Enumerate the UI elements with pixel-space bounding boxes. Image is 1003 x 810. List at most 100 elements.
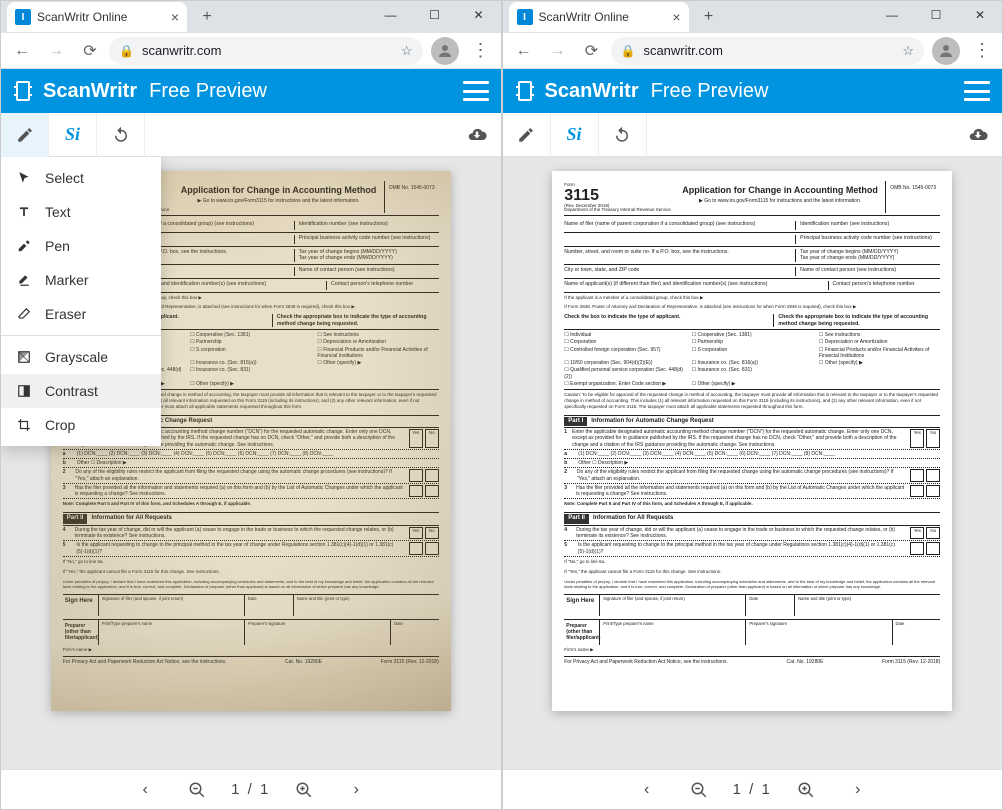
nav-back-button[interactable]: ← [509, 36, 539, 66]
document-page-processed[interactable]: Form 3115 (Rev. December 2018) Departmen… [552, 171, 952, 711]
app-logo[interactable]: ScanWritr Free Preview [513, 79, 769, 103]
lock-icon: 🔒 [119, 44, 134, 58]
tab-title: ScanWritr Online [539, 10, 629, 24]
titlebar: I ScanWritr Online × + — ☐ ✕ [503, 1, 1003, 33]
page-indicator: 1 / 1 [733, 781, 772, 798]
app-menu-button[interactable] [964, 81, 990, 101]
cursor-icon [15, 171, 33, 185]
nav-back-button[interactable]: ← [7, 36, 37, 66]
dropdown-contrast[interactable]: Contrast [1, 374, 161, 408]
pager-prev-button[interactable]: ‹ [629, 772, 665, 808]
pager: ‹ 1 / 1 › [503, 769, 1003, 809]
app-logo-icon [11, 79, 35, 103]
app-header: ScanWritr Free Preview [503, 69, 1003, 113]
url-text: scanwritr.com [142, 43, 221, 58]
browser-menu-button[interactable]: ⋮ [467, 40, 495, 61]
close-tab-icon[interactable]: × [171, 9, 179, 25]
pager-next-button[interactable]: › [840, 772, 876, 808]
url-input[interactable]: 🔒 scanwritr.com ☆ [109, 37, 423, 65]
url-input[interactable]: 🔒 scanwritr.com ☆ [611, 37, 925, 65]
dropdown-separator [1, 335, 161, 336]
download-button[interactable] [453, 113, 501, 157]
signature-tool-button[interactable]: Si [49, 113, 97, 157]
bookmark-icon[interactable]: ☆ [902, 43, 914, 59]
eraser-icon [15, 307, 33, 321]
browser-tab[interactable]: I ScanWritr Online × [7, 2, 187, 32]
canvas-area[interactable]: Select Text Pen Marker Eraser Grayscal [1, 157, 501, 769]
pencil-icon [517, 126, 535, 144]
app-logo[interactable]: ScanWritr Free Preview [11, 79, 267, 103]
new-tab-button[interactable]: + [695, 3, 723, 31]
zoom-out-button[interactable] [179, 772, 215, 808]
browser-window-left: I ScanWritr Online × + — ☐ ✕ ← → ⟳ 🔒 sca… [0, 0, 502, 810]
profile-icon [436, 42, 454, 60]
close-button[interactable]: ✕ [457, 1, 501, 29]
nav-reload-button[interactable]: ⟳ [577, 36, 607, 66]
window-controls: — ☐ ✕ [870, 1, 1002, 29]
marker-icon [15, 273, 33, 287]
undo-icon [112, 126, 130, 144]
app-menu-button[interactable] [463, 81, 489, 101]
zoom-out-icon [188, 781, 206, 799]
zoom-in-button[interactable] [286, 772, 322, 808]
address-bar: ← → ⟳ 🔒 scanwritr.com ☆ ⋮ [1, 33, 501, 69]
pager-prev-button[interactable]: ‹ [127, 772, 163, 808]
pen-icon [15, 239, 33, 253]
nav-forward-button[interactable]: → [41, 36, 71, 66]
new-tab-button[interactable]: + [193, 3, 221, 31]
dropdown-crop[interactable]: Crop [1, 408, 161, 442]
download-button[interactable] [954, 113, 1002, 157]
address-bar: ← → ⟳ 🔒 scanwritr.com ☆ ⋮ [503, 33, 1003, 69]
dropdown-select[interactable]: Select [1, 161, 161, 195]
canvas-area[interactable]: Form 3115 (Rev. December 2018) Departmen… [503, 157, 1003, 769]
nav-reload-button[interactable]: ⟳ [75, 36, 105, 66]
signature-tool-button[interactable]: Si [551, 113, 599, 157]
dropdown-eraser[interactable]: Eraser [1, 297, 161, 331]
zoom-out-button[interactable] [681, 772, 717, 808]
dropdown-text[interactable]: Text [1, 195, 161, 229]
dropdown-grayscale[interactable]: Grayscale [1, 340, 161, 374]
maximize-button[interactable]: ☐ [413, 1, 457, 29]
lock-icon: 🔒 [621, 44, 636, 58]
titlebar: I ScanWritr Online × + — ☐ ✕ [1, 1, 501, 33]
app-name: ScanWritr [43, 80, 137, 103]
undo-button[interactable] [97, 113, 145, 157]
tab-title: ScanWritr Online [37, 10, 127, 24]
bookmark-icon[interactable]: ☆ [401, 43, 413, 59]
browser-window-right: I ScanWritr Online × + — ☐ ✕ ← → ⟳ 🔒 sca… [502, 0, 1003, 810]
edit-tool-button[interactable] [1, 113, 49, 157]
pager-next-button[interactable]: › [338, 772, 374, 808]
editor-toolbar: Si [1, 113, 501, 157]
zoom-in-button[interactable] [788, 772, 824, 808]
edit-tool-button[interactable] [503, 113, 551, 157]
pencil-icon [16, 126, 34, 144]
dropdown-pen[interactable]: Pen [1, 229, 161, 263]
nav-forward-button[interactable]: → [543, 36, 573, 66]
text-icon [15, 205, 33, 219]
app-subtitle: Free Preview [651, 80, 769, 103]
profile-button[interactable] [932, 37, 960, 65]
tabstrip: I ScanWritr Online × + [503, 1, 723, 33]
cloud-download-icon [968, 125, 988, 145]
minimize-button[interactable]: — [870, 1, 914, 29]
app-logo-icon [513, 79, 537, 103]
grayscale-icon [15, 350, 33, 364]
window-controls: — ☐ ✕ [369, 1, 501, 29]
favicon-icon: I [15, 9, 31, 25]
pager: ‹ 1 / 1 › [1, 769, 501, 809]
tabstrip: I ScanWritr Online × + [1, 1, 221, 33]
dropdown-marker[interactable]: Marker [1, 263, 161, 297]
undo-icon [613, 126, 631, 144]
browser-tab[interactable]: I ScanWritr Online × [509, 2, 689, 32]
maximize-button[interactable]: ☐ [914, 1, 958, 29]
minimize-button[interactable]: — [369, 1, 413, 29]
close-tab-icon[interactable]: × [672, 9, 680, 25]
undo-button[interactable] [599, 113, 647, 157]
profile-button[interactable] [431, 37, 459, 65]
browser-menu-button[interactable]: ⋮ [968, 40, 996, 61]
cloud-download-icon [467, 125, 487, 145]
close-button[interactable]: ✕ [958, 1, 1002, 29]
page-indicator: 1 / 1 [231, 781, 270, 798]
contrast-icon [15, 384, 33, 398]
editor-toolbar: Si [503, 113, 1003, 157]
